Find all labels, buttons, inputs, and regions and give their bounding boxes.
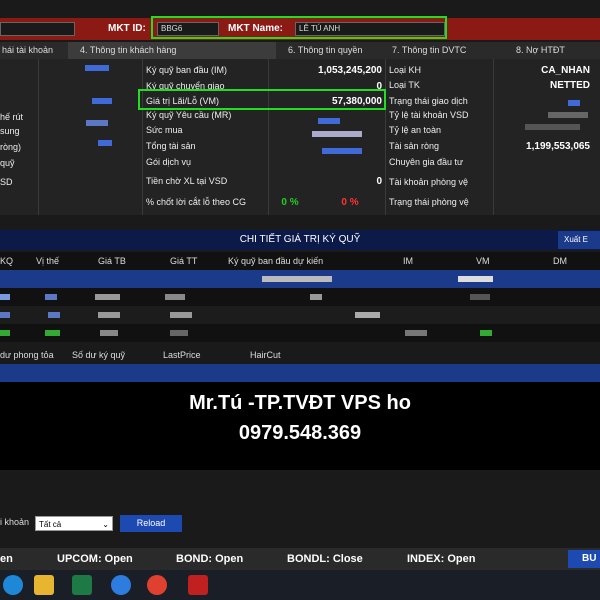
account-filter-label: i khoản	[0, 517, 30, 527]
obscured-value	[86, 120, 108, 126]
edge-icon[interactable]	[3, 575, 23, 595]
col-margin-balance[interactable]: Số dư ký quỹ	[72, 346, 125, 364]
buy-button[interactable]: BU	[568, 550, 600, 568]
status-bondl: BONDL: Close	[287, 553, 363, 565]
status-index: INDEX: Open	[407, 553, 476, 565]
table-row[interactable]	[0, 270, 600, 288]
mkt-id-label: MKT ID:	[108, 23, 146, 34]
margin-grid-header: KQ Vị thế Giá TB Giá TT Ký quỹ ban đầu d…	[0, 252, 600, 270]
promo-phone: 0979.548.369	[238, 422, 362, 444]
obscured-value	[548, 112, 588, 118]
vm-highlight-box	[138, 89, 386, 110]
take-profit-label: % chốt lời cắt lỗ theo CG	[146, 197, 246, 207]
tab-htdt-debt[interactable]: 8. Nợ HTĐT	[516, 42, 596, 59]
obscured-value	[525, 124, 580, 130]
status-hose: en	[0, 553, 13, 565]
left-label-4: quỹ	[0, 158, 15, 168]
app-icon[interactable]	[188, 575, 208, 595]
margin-detail-title: CHI TIẾT GIÁ TRỊ KÝ QUỸ	[0, 230, 600, 250]
col-avg-price[interactable]: Giá TB	[98, 252, 126, 270]
account-field[interactable]	[0, 22, 75, 36]
col-haircut[interactable]: HairCut	[250, 346, 281, 364]
obscured-value	[318, 118, 340, 124]
status-bond: BOND: Open	[176, 553, 244, 565]
hedge-status-label: Trạng thái phòng vệ	[389, 197, 469, 207]
obscured-value	[322, 148, 362, 154]
investment-expert-label: Chuyên gia đầu tư	[389, 157, 464, 167]
file-explorer-icon[interactable]	[34, 575, 54, 595]
pending-vsd-label: Tiền chờ XL tại VSD	[146, 176, 228, 186]
col-expected-im[interactable]: Ký quỹ ban đầu dự kiến	[228, 252, 323, 270]
stop-loss-value: 0 %	[341, 197, 359, 208]
account-filter-select[interactable]: Tất cả ⌄	[35, 516, 113, 531]
filter-bar: i khoản Tất cả ⌄ Reload	[0, 510, 600, 538]
col-kq[interactable]: KQ	[0, 252, 13, 270]
chevron-down-icon: ⌄	[102, 520, 109, 529]
col-vm[interactable]: VM	[476, 252, 490, 270]
col-position[interactable]: Vị thế	[36, 252, 59, 270]
table-row[interactable]	[0, 306, 600, 324]
market-status-bar: en UPCOM: Open BOND: Open BONDL: Close I…	[0, 548, 600, 570]
obscured-value	[92, 98, 112, 104]
col-last-price[interactable]: LastPrice	[163, 346, 201, 364]
reload-button[interactable]: Reload	[120, 515, 182, 532]
account-type-value: NETTED	[550, 80, 590, 91]
obscured-value	[98, 140, 112, 146]
take-profit-value: 0 %	[281, 197, 299, 208]
promo-name: Mr.Tú -TP.TVĐT VPS ho	[189, 392, 411, 414]
col-blocked-balance[interactable]: dư phong tỏa	[0, 346, 54, 364]
tab-rights-info[interactable]: 6. Thông tin quyền	[288, 42, 378, 59]
green-highlight-box	[151, 16, 447, 39]
windows-taskbar	[0, 570, 600, 600]
table-row[interactable]	[0, 364, 600, 382]
chrome-icon[interactable]	[147, 575, 167, 595]
obscured-value	[85, 65, 109, 71]
left-label-5: SD	[0, 177, 13, 187]
service-pack-label: Gói dịch vụ	[146, 157, 192, 167]
net-assets-value: 1,199,553,065	[526, 141, 590, 152]
table-row[interactable]	[0, 288, 600, 306]
tab-dvtc-info[interactable]: 7. Thông tin DVTC	[392, 42, 482, 59]
col-dm[interactable]: DM	[553, 252, 567, 270]
tab-account-summary[interactable]: hái tài khoản	[0, 42, 68, 59]
col-im[interactable]: IM	[403, 252, 413, 270]
col-market-price[interactable]: Giá TT	[170, 252, 197, 270]
obscured-value	[312, 131, 362, 137]
table-row[interactable]	[0, 324, 600, 342]
zalo-icon[interactable]	[111, 575, 131, 595]
hedge-account-label: Tài khoản phòng vệ	[389, 177, 469, 187]
export-button[interactable]: Xuất E	[558, 231, 600, 249]
tab-customer-info[interactable]: 4. Thông tin khách hàng	[68, 42, 276, 59]
excel-icon[interactable]	[72, 575, 92, 595]
pending-vsd-value: 0	[376, 176, 382, 187]
obscured-value	[568, 100, 580, 106]
tab-bar: hái tài khoản 4. Thông tin khách hàng 6.…	[0, 42, 600, 59]
promo-overlay: Mr.Tú -TP.TVĐT VPS ho 0979.548.369	[0, 382, 600, 470]
blocked-balance-header: dư phong tỏa Số dư ký quỹ LastPrice Hair…	[0, 346, 600, 364]
status-upcom: UPCOM: Open	[57, 553, 133, 565]
